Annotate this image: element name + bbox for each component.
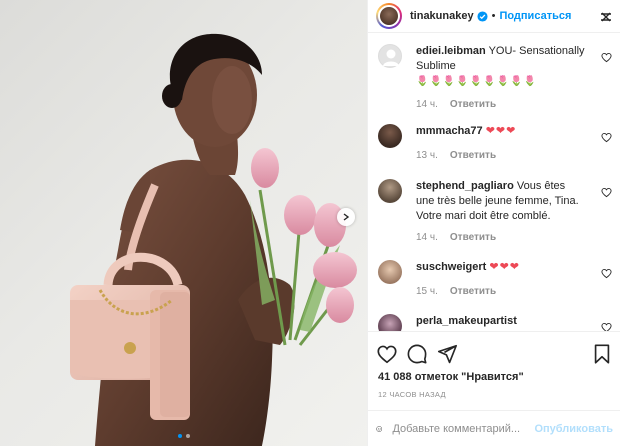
comment-like-heart-icon[interactable]	[601, 322, 612, 331]
comment-item: perla_makeupartist	[378, 314, 614, 331]
carousel-indicator	[0, 434, 367, 438]
comment-time: 15 ч.	[416, 286, 438, 297]
reply-button[interactable]: Ответить	[450, 99, 496, 110]
comment-emoji: 🌷🌷🌷🌷🌷🌷🌷🌷🌷	[416, 76, 538, 87]
comment-avatar[interactable]	[378, 260, 402, 284]
comment-time: 13 ч.	[416, 150, 438, 161]
comment-input[interactable]	[392, 422, 535, 435]
reply-button[interactable]: Ответить	[450, 232, 496, 243]
reply-button[interactable]: Ответить	[450, 286, 496, 297]
post-timestamp[interactable]: 12 ЧАСОВ НАЗАД	[378, 390, 446, 399]
comment-username[interactable]: perla_makeupartist	[416, 315, 517, 327]
comment-like-heart-icon[interactable]	[601, 132, 612, 143]
comment-avatar[interactable]	[378, 179, 402, 203]
comment-meta: 14 ч. Ответить	[416, 99, 496, 110]
comment-body: ediei.leibman YOU- Sensationally Sublime…	[416, 44, 586, 89]
comment-emoji: ❤❤❤	[485, 125, 517, 137]
comment-meta: 14 ч. Ответить	[416, 232, 496, 243]
comment-username[interactable]: ediei.leibman	[416, 45, 486, 57]
comment-body: mmmacha77 ❤❤❤	[416, 124, 586, 139]
comment-item: mmmacha77 ❤❤❤ 13 ч. Ответить	[378, 124, 614, 164]
more-options-icon[interactable]	[599, 10, 613, 24]
comments-list[interactable]: ediei.leibman YOU- Sensationally Sublime…	[368, 34, 620, 331]
carousel-next-button[interactable]	[337, 208, 355, 226]
publish-button[interactable]: Опубликовать	[534, 423, 613, 435]
comment-like-heart-icon[interactable]	[601, 52, 612, 63]
photo-scene	[70, 33, 357, 446]
carousel-dot-active	[177, 434, 182, 438]
comment-body: perla_makeupartist	[416, 314, 586, 329]
post-header: tinakunakey • Подписаться	[368, 0, 620, 33]
comment-emoji: ❤❤❤	[489, 261, 521, 273]
comment-body: suschweigert ❤❤❤	[416, 260, 586, 275]
author-username[interactable]: tinakunakey	[410, 10, 474, 22]
post-side-panel: tinakunakey • Подписаться ediei.leibman …	[367, 0, 620, 446]
comment-avatar[interactable]	[378, 44, 402, 68]
comment-username[interactable]: suschweigert	[416, 261, 486, 273]
verified-badge-icon	[477, 10, 488, 22]
comment-time: 14 ч.	[416, 99, 438, 110]
chevron-right-icon	[343, 213, 350, 221]
comment-item: suschweigert ❤❤❤ 15 ч. Ответить	[378, 260, 614, 300]
instagram-post: tinakunakey • Подписаться ediei.leibman …	[0, 0, 620, 446]
comment-time: 14 ч.	[416, 232, 438, 243]
post-actions	[368, 331, 620, 371]
carousel-dot	[185, 434, 190, 438]
add-comment-bar: Опубликовать	[368, 410, 620, 446]
header-separator: •	[491, 10, 496, 22]
comment-item: ediei.leibman YOU- Sensationally Sublime…	[378, 44, 614, 114]
comment-avatar[interactable]	[378, 314, 402, 331]
default-avatar-icon	[383, 49, 399, 66]
post-photo[interactable]	[0, 0, 367, 446]
comment-username[interactable]: stephend_pagliaro	[416, 180, 514, 192]
reply-button[interactable]: Ответить	[450, 150, 496, 161]
comment-meta: 13 ч. Ответить	[416, 150, 496, 161]
emoji-icon[interactable]	[376, 419, 383, 439]
share-icon[interactable]	[436, 343, 458, 365]
bookmark-icon[interactable]	[591, 343, 613, 365]
comment-body: stephend_pagliaro Vous êtes une très bel…	[416, 179, 586, 224]
author-avatar[interactable]	[376, 3, 402, 29]
likes-count[interactable]: 41 088 отметок "Нравится"	[378, 371, 524, 383]
comment-icon[interactable]	[406, 343, 428, 365]
comment-avatar[interactable]	[378, 124, 402, 148]
comment-like-heart-icon[interactable]	[601, 268, 612, 279]
heart-icon[interactable]	[376, 343, 398, 365]
comment-item: stephend_pagliaro Vous êtes une très bel…	[378, 179, 614, 249]
comment-like-heart-icon[interactable]	[601, 187, 612, 198]
comment-meta: 15 ч. Ответить	[416, 286, 496, 297]
follow-button[interactable]: Подписаться	[499, 10, 571, 22]
comment-username[interactable]: mmmacha77	[416, 125, 483, 137]
